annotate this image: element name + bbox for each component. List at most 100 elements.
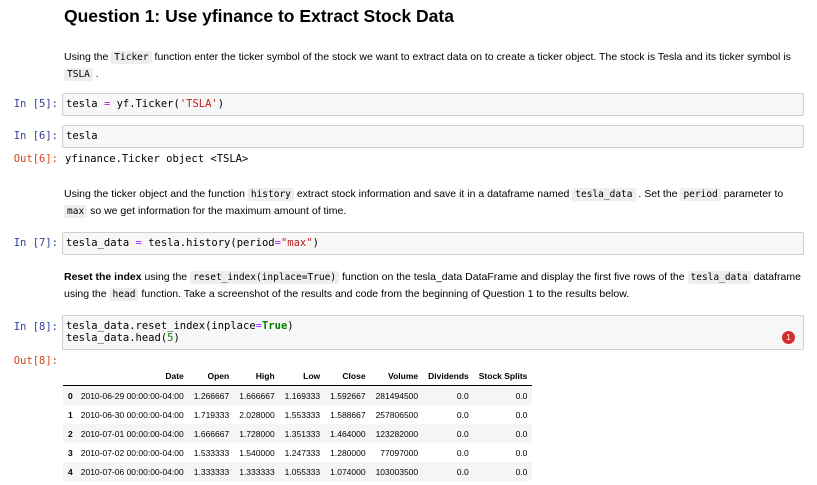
table-cell: 1.666667 bbox=[239, 390, 275, 401]
output-prompt-8: Out[8]: bbox=[13, 355, 58, 367]
markdown-cell-history-instructions: Using the ticker object and the function… bbox=[64, 186, 804, 220]
code-token: ) bbox=[217, 98, 225, 110]
table-cell: 2010-07-06 00:00:00-04:00 bbox=[80, 466, 184, 477]
table-cell: 0.0 bbox=[515, 466, 528, 477]
code-token: tesla bbox=[66, 130, 98, 142]
table-cell: 0.0 bbox=[515, 428, 528, 439]
code-token: tesla.history(period bbox=[148, 237, 275, 249]
column-header: Open bbox=[188, 366, 235, 386]
table-cell: 1.666667 bbox=[193, 428, 230, 439]
code-line-1: tesla_data.reset_index(inplace=True) bbox=[66, 320, 800, 332]
table-cell: 1.333333 bbox=[193, 466, 230, 477]
code-cell-7[interactable]: tesla_data = tesla.history(period="max") bbox=[62, 232, 804, 255]
table-cell: 1.719333 bbox=[193, 409, 230, 420]
table-cell: 0.0 bbox=[515, 390, 528, 401]
table-cell: 281494500 bbox=[375, 390, 419, 401]
md-text: function enter the ticker symbol of the … bbox=[151, 51, 791, 63]
code-line-2: tesla_data.head(5) bbox=[66, 332, 800, 344]
md-text: so we get information for the maximum am… bbox=[87, 205, 347, 217]
row-index: 4 bbox=[68, 466, 73, 477]
md-bold-text: Reset the index bbox=[64, 271, 142, 283]
code-cell-8[interactable]: tesla_data.reset_index(inplace=True) tes… bbox=[62, 315, 804, 350]
md-text: . bbox=[92, 68, 99, 80]
table-cell: 1.074000 bbox=[330, 466, 366, 477]
table-cell: 1.169333 bbox=[284, 390, 321, 401]
warning-count-badge[interactable]: 1 bbox=[782, 331, 795, 344]
table-cell: 2010-07-02 00:00:00-04:00 bbox=[80, 447, 184, 458]
inline-code-ticker: Ticker bbox=[111, 51, 152, 64]
table-cell: 2010-06-29 00:00:00-04:00 bbox=[80, 390, 184, 401]
column-header: Dividends bbox=[423, 366, 474, 386]
inline-code-tesla-data: tesla_data bbox=[572, 188, 636, 201]
question-heading: Question 1: Use yfinance to Extract Stoc… bbox=[64, 6, 454, 26]
markdown-cell-reset-index-instructions: Reset the index using the reset_index(in… bbox=[64, 269, 804, 303]
row-index: 2 bbox=[68, 428, 73, 439]
md-text: Using the bbox=[64, 51, 112, 63]
code-string: "max" bbox=[280, 237, 313, 249]
inline-code-head: head bbox=[109, 288, 139, 301]
inline-code-period: period bbox=[680, 188, 721, 201]
table-cell: 1.464000 bbox=[330, 428, 366, 439]
row-index: 0 bbox=[68, 390, 73, 401]
table-row: 0 2010-06-29 00:00:00-04:00 1.266667 1.6… bbox=[63, 385, 533, 405]
code-cell-5[interactable]: tesla = yf.Ticker('TSLA') bbox=[62, 93, 804, 116]
md-text: function. Take a screenshot of the resul… bbox=[138, 288, 630, 300]
md-text: using the bbox=[141, 271, 191, 283]
table-cell: 1.266667 bbox=[193, 390, 230, 401]
column-header: Close bbox=[325, 366, 371, 386]
dataframe-output-table: Date Open High Low Close Volume Dividend… bbox=[63, 366, 533, 481]
row-index: 1 bbox=[68, 409, 73, 420]
code-operator: = bbox=[103, 98, 111, 110]
table-row: 4 2010-07-06 00:00:00-04:00 1.333333 1.3… bbox=[63, 462, 533, 481]
input-prompt-6: In [6]: bbox=[13, 130, 58, 142]
table-cell: 2010-06-30 00:00:00-04:00 bbox=[80, 409, 184, 420]
column-header: Date bbox=[75, 366, 189, 386]
column-header: Low bbox=[279, 366, 326, 386]
input-prompt-5: In [5]: bbox=[13, 98, 58, 110]
table-cell: 103003500 bbox=[375, 466, 419, 477]
table-cell: 1.728000 bbox=[239, 428, 275, 439]
table-cell: 0.0 bbox=[456, 409, 469, 420]
input-prompt-8: In [8]: bbox=[13, 321, 58, 333]
md-text: . Set the bbox=[635, 188, 681, 200]
inline-code-tsla: TSLA bbox=[64, 68, 93, 81]
code-string: 'TSLA' bbox=[179, 98, 218, 110]
output-prompt-6: Out[6]: bbox=[13, 153, 58, 165]
code-token: tesla_data bbox=[66, 237, 130, 249]
table-cell: 1.588667 bbox=[330, 409, 366, 420]
code-token: ) bbox=[312, 237, 319, 249]
table-cell: 0.0 bbox=[456, 390, 469, 401]
md-text: parameter to bbox=[720, 188, 784, 200]
table-cell: 1.592667 bbox=[330, 390, 366, 401]
table-row: 1 2010-06-30 00:00:00-04:00 1.719333 2.0… bbox=[63, 405, 532, 424]
code-token: ) bbox=[287, 320, 294, 332]
column-header: Stock Splits bbox=[473, 366, 533, 386]
table-cell: 0.0 bbox=[456, 428, 469, 439]
md-text: extract stock information and save it in… bbox=[293, 188, 573, 200]
table-cell: 0.0 bbox=[456, 447, 469, 458]
table-cell: 1.351333 bbox=[284, 428, 321, 439]
column-header: Volume bbox=[370, 366, 424, 386]
md-text: Using the ticker object and the function bbox=[64, 188, 248, 200]
table-cell: 1.055333 bbox=[284, 466, 321, 477]
inline-code-history: history bbox=[247, 188, 294, 201]
table-cell: 1.540000 bbox=[239, 447, 275, 458]
column-header bbox=[63, 366, 76, 386]
column-header: High bbox=[234, 366, 280, 386]
code-token: yf.Ticker( bbox=[116, 98, 180, 110]
table-cell: 1.333333 bbox=[239, 466, 275, 477]
code-cell-6[interactable]: tesla bbox=[62, 125, 804, 148]
table-cell: 0.0 bbox=[456, 466, 469, 477]
table-cell: 77097000 bbox=[380, 447, 419, 458]
code-operator: = bbox=[135, 237, 142, 249]
table-cell: 1.533333 bbox=[193, 447, 230, 458]
code-token: ) bbox=[173, 332, 180, 344]
table-row: 3 2010-07-02 00:00:00-04:00 1.533333 1.5… bbox=[63, 443, 532, 462]
table-cell: 0.0 bbox=[515, 409, 528, 420]
markdown-cell-ticker-instructions: Using the Ticker function enter the tick… bbox=[64, 49, 804, 83]
table-cell: 257806500 bbox=[375, 409, 419, 420]
inline-code-reset-index: reset_index(inplace=True) bbox=[190, 271, 340, 284]
table-row: 2 2010-07-01 00:00:00-04:00 1.666667 1.7… bbox=[63, 424, 533, 443]
table-cell: 123282000 bbox=[375, 428, 419, 439]
table-cell: 1.553333 bbox=[284, 409, 321, 420]
